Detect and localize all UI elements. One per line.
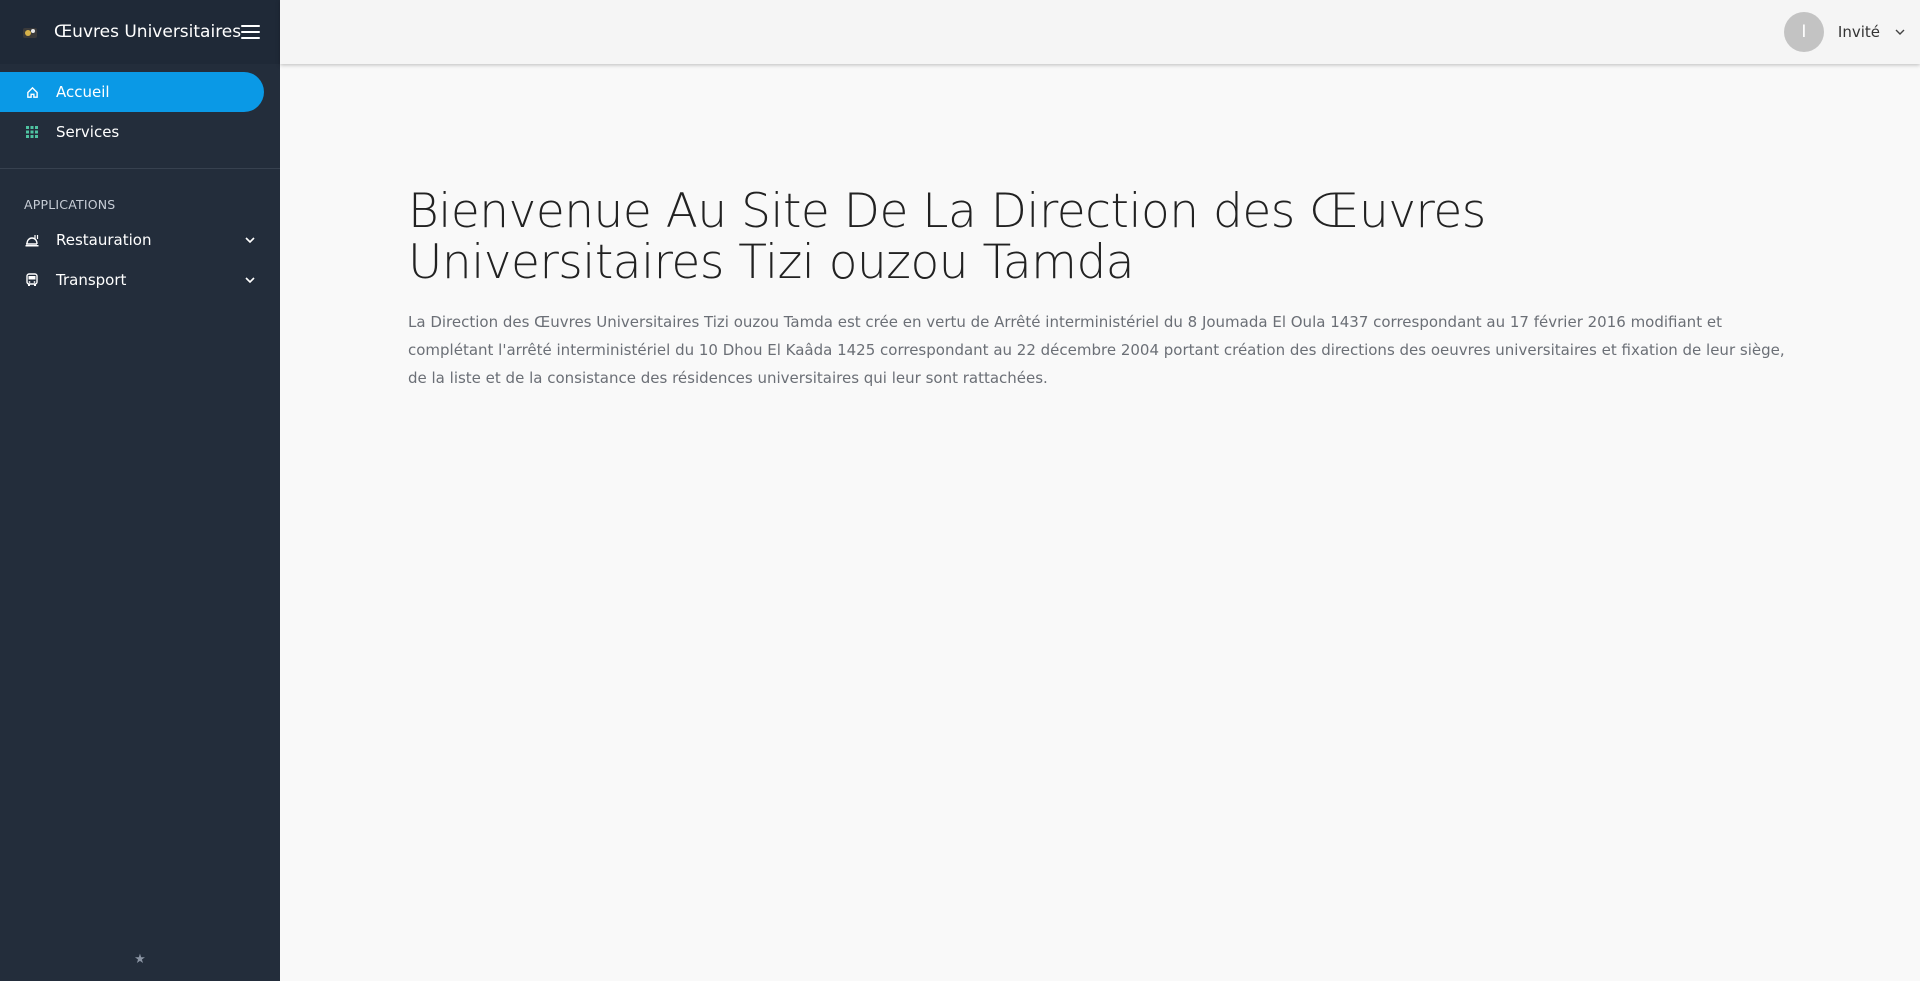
sidebar-header: Œuvres Universitaires [0, 0, 280, 64]
main-content: Bienvenue Au Site De La Direction des Œu… [408, 186, 1793, 392]
nav-item-services[interactable]: Services [0, 112, 280, 152]
sidebar: Œuvres Universitaires Accueil Services A… [0, 0, 280, 981]
home-icon [24, 84, 40, 100]
brand-name[interactable]: Œuvres Universitaires [54, 22, 241, 42]
nav-item-accueil[interactable]: Accueil [0, 72, 264, 112]
sidebar-footer: ★ [0, 952, 280, 967]
page-title: Bienvenue Au Site De La Direction des Œu… [408, 184, 1486, 290]
food-icon [24, 232, 40, 248]
chevron-down-icon[interactable] [244, 274, 256, 286]
nav-item-restauration[interactable]: Restauration [0, 220, 280, 260]
grid-icon [24, 124, 40, 140]
main-nav: Accueil Services [0, 64, 280, 152]
brand-logo-icon[interactable] [20, 21, 40, 43]
user-name[interactable]: Invité [1838, 23, 1880, 41]
topbar: I Invité [280, 0, 1920, 64]
chevron-down-icon[interactable] [1894, 26, 1906, 38]
intro-paragraph: La Direction des Œuvres Universitaires T… [408, 313, 1785, 387]
user-menu[interactable]: I Invité [1783, 12, 1906, 52]
avatar[interactable]: I [1783, 12, 1824, 52]
bus-icon [24, 272, 40, 288]
menu-toggle-icon[interactable] [241, 21, 260, 43]
sidebar-divider [0, 168, 280, 169]
star-icon[interactable]: ★ [134, 952, 146, 967]
section-title: APPLICATIONS [24, 197, 116, 212]
nav-item-label: Services [56, 123, 120, 141]
nav-item-label: Transport [56, 271, 127, 289]
nav-item-label: Accueil [56, 83, 110, 101]
nav-item-label: Restauration [56, 231, 152, 249]
chevron-down-icon[interactable] [244, 234, 256, 246]
nav-item-transport[interactable]: Transport [0, 260, 280, 300]
